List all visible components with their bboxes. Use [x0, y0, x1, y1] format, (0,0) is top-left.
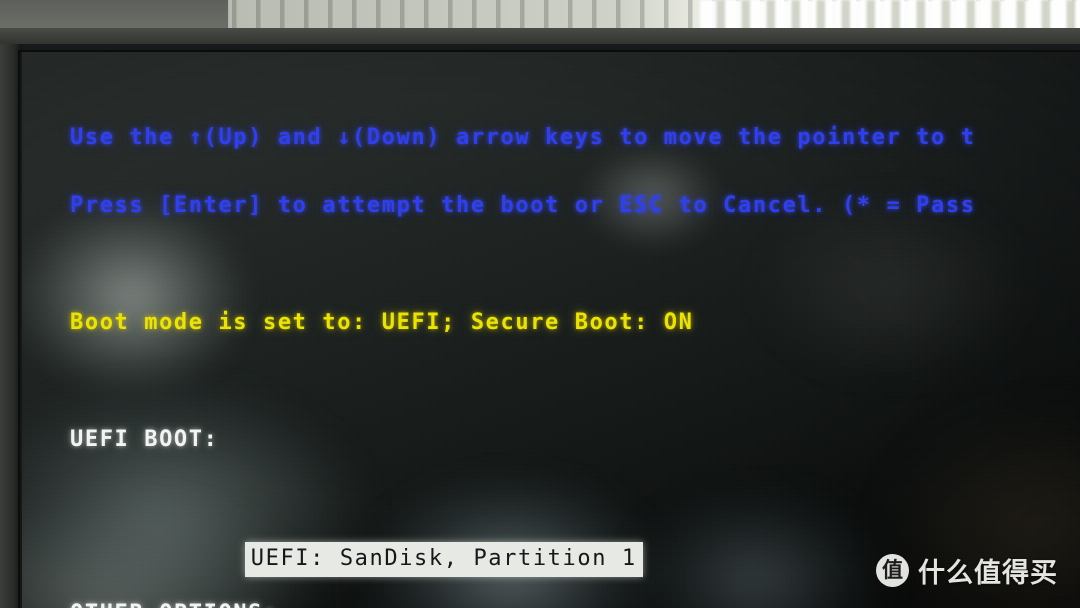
- boot-entry-sandisk[interactable]: UEFI: SanDisk, Partition 1: [244, 542, 643, 577]
- other-options-heading: OTHER OPTIONS:: [70, 599, 1080, 608]
- boot-mode-status: Boot mode is set to: UEFI; Secure Boot: …: [70, 310, 694, 335]
- uefi-boot-list: UEFI: SanDisk, Partition 1: [70, 512, 1080, 577]
- help-line-2: Press [Enter] to attempt the boot or ESC…: [70, 193, 976, 218]
- bios-boot-menu: Use the ↑(Up) and ↓(Down) arrow keys to …: [70, 66, 1080, 608]
- watermark-logo-icon: 值: [876, 554, 909, 587]
- uefi-boot-heading: UEFI BOOT:: [70, 427, 219, 452]
- photo-of-monitor: Use the ↑(Up) and ↓(Down) arrow keys to …: [0, 0, 1080, 608]
- watermark: 值 什么值得买: [876, 551, 1058, 590]
- monitor-screen: Use the ↑(Up) and ↓(Down) arrow keys to …: [22, 52, 1080, 608]
- watermark-text: 什么值得买: [918, 558, 1058, 589]
- help-line-1: Use the ↑(Up) and ↓(Down) arrow keys to …: [70, 125, 976, 150]
